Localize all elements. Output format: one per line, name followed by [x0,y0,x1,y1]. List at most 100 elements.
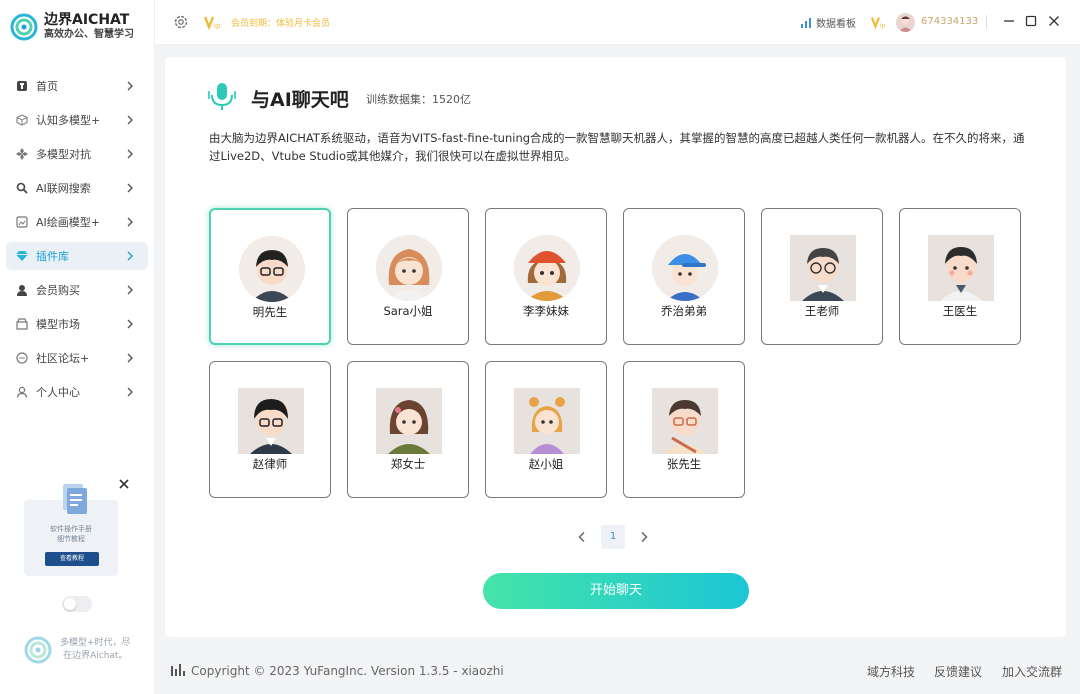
sidebar-item-plugins[interactable]: 插件库 [6,242,148,270]
page-title: 与AI聊天吧 [251,89,349,111]
slogan-line2: 在边界Aichat。 [63,651,128,661]
grid-icon [16,148,28,160]
footer: Copyright © 2023 YuFangInc. Version 1.3.… [155,652,1080,694]
sidebar-item-profile[interactable]: 个人中心 [6,378,148,406]
cube-icon [16,114,28,126]
search-icon [16,182,28,194]
image-icon [16,216,28,228]
character-name: 李李妹妹 [523,304,569,318]
feedback-link[interactable]: 反馈建议 [934,663,982,680]
character-card[interactable]: 郑女士 [347,361,469,498]
chat-icon [16,352,28,364]
company-link[interactable]: 域方科技 [867,663,915,680]
chevron-right-icon [127,217,133,227]
character-avatar [514,388,580,454]
close-window-icon[interactable] [1047,14,1061,28]
chevron-right-icon [127,387,133,397]
sidebar-item-membership[interactable]: 会员购买 [6,276,148,304]
pagination: 1 [575,525,651,549]
start-chat-button[interactable]: 开始聊天 [483,573,749,609]
brand[interactable]: 边界AICHAT 高效办公、智慧学习 [10,12,134,42]
chevron-right-icon [127,251,133,261]
character-avatar [239,236,305,302]
sidebar-item-label: 个人中心 [36,386,80,399]
data-board-link[interactable]: 数据看板 [801,15,856,30]
sidebar-item-label: 社区论坛+ [36,352,90,365]
close-icon[interactable] [118,478,130,490]
character-avatar [652,388,718,454]
chevron-right-icon [127,285,133,295]
chevron-right-icon [127,353,133,363]
character-avatar [238,388,304,454]
user-id[interactable]: 674334133 [921,16,978,27]
chevron-right-icon [127,115,133,125]
sidebar-item-label: AI联网搜索 [36,182,91,195]
app-logo-icon [10,13,38,41]
bar-chart-icon [801,17,811,28]
home-icon [16,80,28,92]
character-name: 张先生 [666,457,702,471]
sidebar-item-forum[interactable]: 社区论坛+ [6,344,148,372]
sidebar-item-label: AI绘画模型+ [36,216,100,229]
character-card[interactable]: 王医生 [899,208,1021,345]
character-card[interactable]: 王老师 [761,208,883,345]
membership-status[interactable]: 会员到期：体验月卡会员 [231,16,330,29]
join-group-link[interactable]: 加入交流群 [1002,663,1062,680]
page-number[interactable]: 1 [601,525,625,549]
character-avatar [790,235,856,301]
character-name: 乔治弟弟 [661,304,707,318]
app-name: 边界AICHAT [44,12,130,28]
gear-icon[interactable] [173,14,189,30]
user-avatar[interactable] [896,13,915,32]
sidebar-item-label: 模型市场 [36,318,80,331]
dataset-size: 训练数据集：1520亿 [366,93,471,106]
character-card[interactable]: 赵律师 [209,361,331,498]
character-card[interactable]: Sara小姐 [347,208,469,345]
character-name: 赵律师 [252,457,288,471]
chevron-right-icon [127,183,133,193]
svg-text:ip: ip [214,22,221,30]
character-name: 王医生 [942,304,978,318]
character-name: 王老师 [804,304,840,318]
sidebar-item-model-market[interactable]: 模型市场 [6,310,148,338]
sidebar-item-ai-painting[interactable]: AI绘画模型+ [6,208,148,236]
character-card[interactable]: 赵小姐 [485,361,607,498]
sidebar-item-label: 会员购买 [36,284,80,297]
microphone-icon [208,83,236,110]
sidebar: 边界AICHAT 高效办公、智慧学习 首页 认知多模型+ 多模型对抗 AI联网搜… [0,0,155,694]
character-name: 赵小姐 [528,457,564,471]
vip-badge-icon: ip [871,17,886,29]
character-card[interactable]: 张先生 [623,361,745,498]
copyright: Copyright © 2023 YuFangInc. Version 1.3.… [191,664,504,678]
sidebar-footer: 多模型+时代，尽 在边界Aichat。 [24,636,131,664]
character-card[interactable]: 明先生 [209,208,331,345]
app-tagline: 高效办公、智慧学习 [44,29,134,40]
next-page-icon[interactable] [637,530,651,544]
user-icon [16,284,28,296]
shop-icon [16,318,28,330]
divider [986,15,987,29]
sidebar-item-cognitive-models[interactable]: 认知多模型+ [6,106,148,134]
tutorial-line1: 软件操作手册 [50,525,92,533]
main-panel: 与AI聊天吧 训练数据集：1520亿 由大脑为边界AICHAT系统驱动，语音为V… [165,57,1066,637]
maximize-icon[interactable] [1024,14,1038,28]
tutorial-line2: 细节教程 [57,535,85,543]
character-card[interactable]: 乔治弟弟 [623,208,745,345]
minimize-icon[interactable] [1002,14,1016,28]
view-tutorial-button[interactable]: 查看教程 [45,552,99,566]
theme-toggle[interactable] [62,596,92,612]
sidebar-item-home[interactable]: 首页 [6,72,148,100]
data-board-label: 数据看板 [816,19,856,30]
character-card[interactable]: 李李妹妹 [485,208,607,345]
character-avatar [376,388,442,454]
character-avatar [928,235,994,301]
svg-text:ip: ip [880,22,886,29]
sidebar-item-web-search[interactable]: AI联网搜索 [6,174,148,202]
chevron-right-icon [127,319,133,329]
sidebar-item-model-battle[interactable]: 多模型对抗 [6,140,148,168]
sidebar-item-label: 认知多模型+ [36,114,101,127]
document-icon [63,484,87,514]
prev-page-icon[interactable] [575,530,589,544]
tutorial-card: 软件操作手册 细节教程 查看教程 [24,484,118,576]
top-bar: ip 会员到期：体验月卡会员 数据看板 ip 674334133 [155,0,1080,45]
